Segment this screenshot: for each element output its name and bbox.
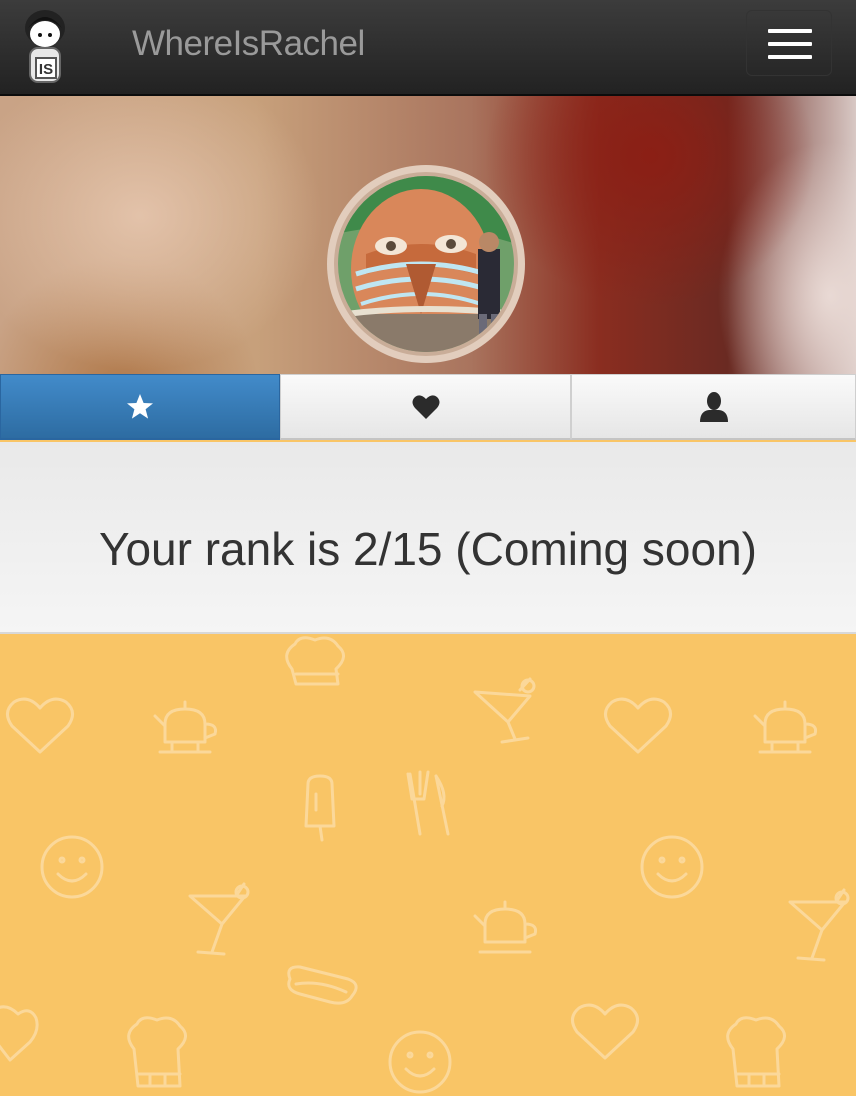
teapot-pattern-icon [153, 700, 217, 754]
rachel-mascot-icon[interactable]: IS [20, 6, 70, 88]
hotdog-pattern-icon [287, 965, 358, 1005]
heart-pattern-icon [571, 1003, 639, 1060]
chef-hat-pattern-icon [726, 1016, 786, 1088]
hamburger-bar [768, 42, 812, 46]
rank-text: Your rank is 2/15 (Coming soon) [99, 523, 757, 575]
profile-tabs [0, 374, 856, 442]
heart-pattern-icon [6, 697, 74, 754]
top-navbar: IS WhereIsRachel [0, 0, 856, 96]
menu-toggle-button[interactable] [746, 10, 832, 76]
smiley-pattern-icon [388, 1030, 452, 1094]
cutlery-pattern-icon [406, 770, 450, 836]
chef-hat-pattern-icon [285, 636, 345, 686]
teapot-pattern-icon [473, 900, 537, 954]
hamburger-menu-icon [768, 29, 812, 33]
heart-icon [412, 394, 439, 419]
profile-avatar-photo[interactable] [326, 164, 526, 364]
user-icon [699, 391, 728, 422]
cocktail-pattern-icon [188, 882, 250, 956]
tab-rank[interactable] [0, 374, 280, 440]
cocktail-pattern-icon [473, 677, 536, 744]
brand-title[interactable]: WhereIsRachel [132, 24, 365, 64]
teapot-pattern-icon [753, 700, 817, 754]
food-pattern-background [0, 636, 850, 1094]
hamburger-bar [768, 55, 812, 59]
tab-profile[interactable] [571, 374, 856, 440]
smiley-pattern-icon [40, 835, 104, 899]
chef-hat-pattern-icon [127, 1016, 187, 1088]
star-icon [127, 393, 153, 419]
tab-favorites[interactable] [280, 374, 571, 440]
heart-pattern-icon [604, 697, 672, 754]
svg-text:IS: IS [39, 61, 53, 78]
heart-pattern-icon [0, 1005, 39, 1062]
cocktail-pattern-icon [788, 888, 850, 962]
smiley-pattern-icon [640, 835, 704, 899]
popsicle-pattern-icon [304, 774, 336, 842]
